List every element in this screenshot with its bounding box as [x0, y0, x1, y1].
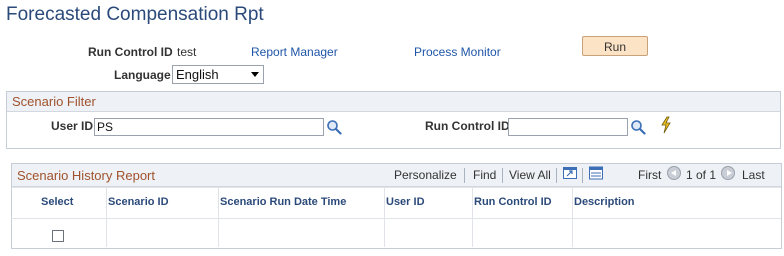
grid-divider [472, 187, 473, 247]
filter-run-control-input[interactable] [508, 118, 628, 136]
user-id-label: User ID [51, 119, 94, 133]
nav-separator [556, 168, 557, 183]
grid-divider [218, 187, 219, 247]
view-all-link[interactable]: View All [509, 168, 551, 182]
nav-separator [464, 168, 465, 183]
lookup-icon[interactable] [630, 119, 646, 135]
personalize-link[interactable]: Personalize [394, 168, 457, 182]
lookup-icon[interactable] [326, 119, 342, 135]
prev-icon[interactable] [667, 166, 681, 180]
grid-divider [384, 187, 385, 247]
column-header-user-id[interactable]: User ID [386, 196, 425, 208]
filter-run-control-label: Run Control ID [425, 119, 510, 133]
find-link[interactable]: Find [473, 168, 496, 182]
process-monitor-link[interactable]: Process Monitor [414, 45, 501, 59]
first-label[interactable]: First [638, 168, 661, 182]
language-select-value: English [176, 67, 219, 82]
report-manager-link[interactable]: Report Manager [251, 45, 338, 59]
grid-divider [106, 187, 107, 247]
user-id-input[interactable]: PS [94, 118, 324, 136]
column-header-select[interactable]: Select [41, 196, 73, 208]
chevron-down-icon [251, 72, 259, 77]
run-control-label: Run Control ID [88, 45, 173, 59]
history-grid-title: Scenario History Report [17, 168, 155, 183]
scenario-filter-title: Scenario Filter [12, 94, 96, 109]
run-button[interactable]: Run [582, 36, 648, 56]
grid-divider [572, 187, 573, 247]
column-header-description[interactable]: Description [574, 196, 635, 208]
language-select[interactable]: English [172, 65, 264, 84]
run-control-value: test [177, 45, 197, 59]
zoom-icon[interactable] [562, 165, 578, 181]
process-lightning-icon[interactable] [659, 116, 673, 134]
column-header-run-control-id[interactable]: Run Control ID [474, 196, 552, 208]
row-select-checkbox[interactable] [52, 230, 64, 242]
grid-divider [11, 187, 781, 188]
download-icon[interactable] [588, 165, 604, 181]
language-label: Language [114, 68, 171, 82]
next-icon[interactable] [721, 166, 735, 180]
column-header-scenario-id[interactable]: Scenario ID [108, 196, 169, 208]
page-info: 1 of 1 [686, 168, 717, 182]
nav-separator [582, 168, 583, 183]
grid-divider [11, 218, 781, 219]
scenario-filter-header: Scenario Filter [7, 92, 780, 112]
column-header-run-date-time[interactable]: Scenario Run Date Time [220, 196, 346, 208]
nav-separator [502, 168, 503, 183]
page-title: Forecasted Compensation Rpt [6, 4, 264, 25]
last-label[interactable]: Last [742, 168, 765, 182]
